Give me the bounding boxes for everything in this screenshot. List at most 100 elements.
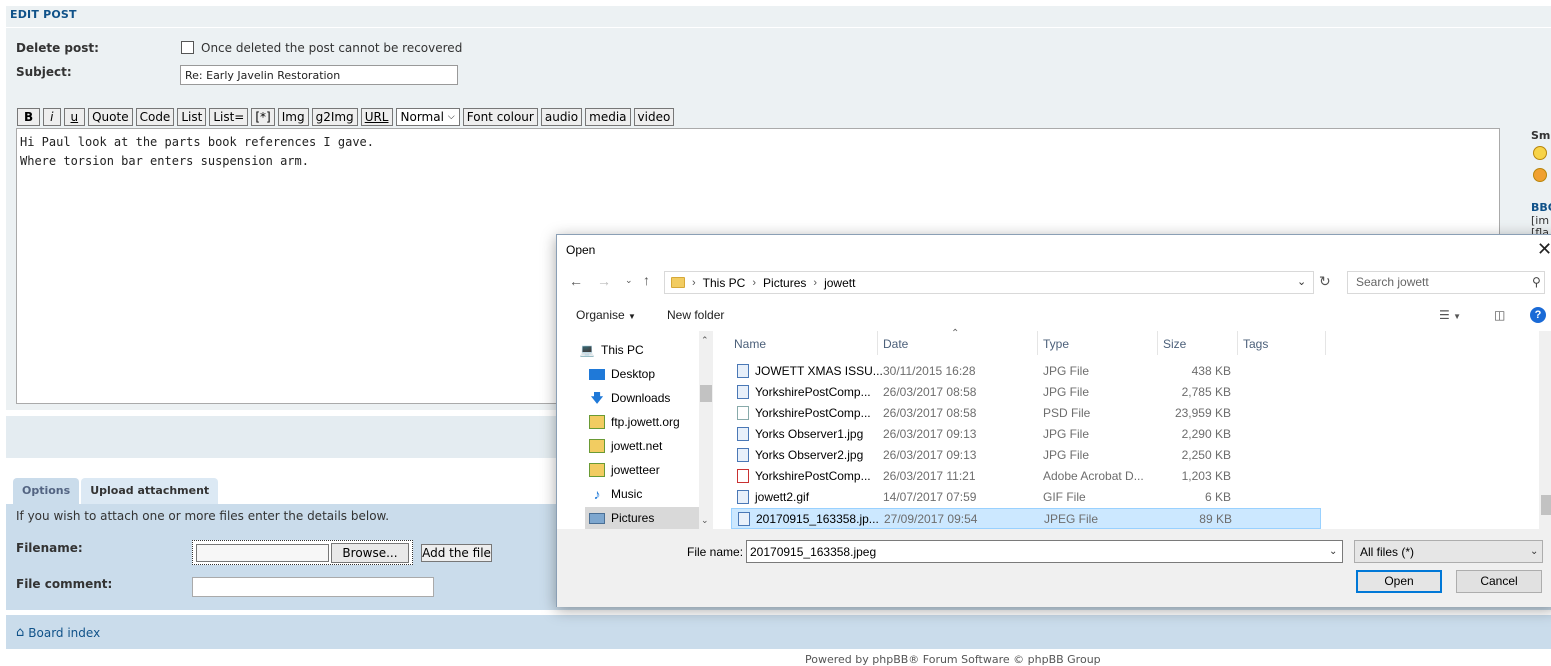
bold-button[interactable]: B: [17, 108, 41, 126]
recent-locations-icon[interactable]: ⌄: [625, 275, 633, 286]
file-name-input[interactable]: 20170915_163358.jpeg: [746, 540, 1343, 563]
desktop-icon: [589, 368, 605, 380]
close-icon[interactable]: ✕: [1537, 239, 1551, 260]
search-input[interactable]: Search jowett: [1347, 271, 1545, 294]
nav-item-jowett-net[interactable]: jowett.net: [589, 435, 703, 457]
navigation-pane: 💻 This PC Desktop 🡇 Downloads ftp.jowett…: [557, 331, 715, 529]
file-name: JOWETT XMAS ISSU...: [755, 364, 883, 378]
column-divider[interactable]: [877, 331, 878, 355]
subject-input[interactable]: Re: Early Javelin Restoration: [180, 65, 458, 85]
column-name[interactable]: Name: [734, 337, 766, 351]
url-button[interactable]: URL: [360, 108, 393, 126]
up-arrow-icon[interactable]: ↑: [643, 272, 650, 288]
tab-options[interactable]: Options: [13, 478, 80, 504]
column-divider[interactable]: [1325, 331, 1326, 355]
file-list-scrollbar-thumb[interactable]: [1541, 495, 1551, 515]
nav-item-music[interactable]: ♪ Music: [589, 483, 703, 505]
breadcrumb-pictures[interactable]: Pictures: [763, 276, 806, 290]
file-size: 2,785 KB: [1181, 385, 1231, 399]
file-row[interactable]: YorkshirePostComp... 26/03/2017 11:21 Ad…: [731, 466, 1321, 487]
column-size[interactable]: Size: [1163, 337, 1186, 351]
nav-scrollbar-thumb[interactable]: [700, 385, 712, 402]
code-button[interactable]: Code: [135, 108, 175, 126]
smiley-grin-icon[interactable]: [1533, 146, 1547, 160]
tab-upload-attachment[interactable]: Upload attachment: [81, 478, 219, 504]
file-input[interactable]: Browse...: [192, 540, 413, 565]
column-tags[interactable]: Tags: [1243, 337, 1268, 351]
column-divider[interactable]: [1037, 331, 1038, 355]
nav-item-downloads[interactable]: 🡇 Downloads: [589, 387, 703, 409]
scroll-up-icon[interactable]: ⌃: [701, 335, 709, 346]
delete-post-checkbox[interactable]: [181, 41, 194, 54]
bbcode-heading: BBC: [1531, 201, 1551, 214]
network-folder-icon: [589, 463, 605, 477]
nav-item-pictures[interactable]: Pictures: [585, 507, 703, 529]
column-type[interactable]: Type: [1043, 337, 1069, 351]
chevron-down-icon[interactable]: ⌄: [1530, 546, 1538, 557]
organise-menu[interactable]: Organise ▼: [576, 308, 636, 322]
font-size-select[interactable]: Normal ⌵: [395, 108, 460, 126]
open-button[interactable]: Open: [1356, 570, 1442, 593]
view-options-icon[interactable]: ☰ ▼: [1439, 308, 1461, 322]
file-row[interactable]: Yorks Observer1.jpg 26/03/2017 09:13 JPG…: [731, 424, 1321, 445]
browse-button[interactable]: Browse...: [331, 543, 409, 563]
image-file-icon: [737, 448, 749, 462]
font-colour-button[interactable]: Font colour: [462, 108, 538, 126]
nav-item-desktop[interactable]: Desktop: [589, 363, 703, 385]
file-row[interactable]: YorkshirePostComp... 26/03/2017 08:58 JP…: [731, 382, 1321, 403]
nav-item-ftp[interactable]: ftp.jowett.org: [589, 411, 703, 433]
file-comment-input[interactable]: [192, 577, 434, 597]
nav-item-this-pc[interactable]: 💻 This PC: [579, 339, 693, 361]
file-name: YorkshirePostComp...: [755, 406, 871, 420]
nav-item-jowetteer[interactable]: jowetteer: [589, 459, 703, 481]
file-path-field[interactable]: [196, 544, 329, 562]
video-button[interactable]: video: [633, 108, 675, 126]
chevron-right-icon: ›: [752, 276, 757, 289]
audio-button[interactable]: audio: [540, 108, 583, 126]
italic-button[interactable]: i: [43, 108, 61, 126]
file-date: 27/09/2017 09:54: [884, 512, 978, 526]
quote-button[interactable]: Quote: [88, 108, 133, 126]
board-index-link[interactable]: ⌂ Board index: [16, 625, 100, 640]
back-arrow-icon[interactable]: ←: [569, 273, 583, 289]
image-file-icon: [737, 427, 749, 441]
file-row-selected[interactable]: 20170915_163358.jp... 27/09/2017 09:54 J…: [731, 508, 1321, 529]
cancel-button[interactable]: Cancel: [1456, 570, 1542, 593]
file-row[interactable]: Yorks Observer2.jpg 26/03/2017 09:13 JPG…: [731, 445, 1321, 466]
column-divider[interactable]: [1237, 331, 1238, 355]
column-date[interactable]: Date: [883, 337, 908, 351]
help-icon[interactable]: ?: [1530, 307, 1546, 323]
breadcrumb-this-pc[interactable]: This PC: [703, 276, 746, 290]
column-divider[interactable]: [1157, 331, 1158, 355]
refresh-icon[interactable]: ↻: [1319, 273, 1331, 290]
open-file-dialog: Open ✕ ← → ⌄ ↑ › This PC › Pictures › jo…: [556, 234, 1551, 607]
media-button[interactable]: media: [585, 108, 631, 126]
smiley-evil-icon[interactable]: [1533, 168, 1547, 182]
generic-file-icon: [737, 406, 749, 420]
scroll-down-icon[interactable]: ⌄: [701, 515, 709, 526]
file-type: GIF File: [1043, 490, 1086, 504]
chevron-down-icon[interactable]: ⌄: [1297, 275, 1306, 288]
nav-scrollbar[interactable]: [699, 331, 713, 529]
chevron-down-icon[interactable]: ⌄: [1329, 546, 1337, 557]
img-button[interactable]: Img: [277, 108, 309, 126]
file-type-filter[interactable]: All files (*): [1354, 540, 1543, 563]
preview-pane-icon[interactable]: ◫: [1494, 308, 1505, 322]
ordered-list-button[interactable]: List=: [209, 108, 249, 126]
file-row[interactable]: jowett2.gif 14/07/2017 07:59 GIF File 6 …: [731, 487, 1321, 508]
file-row[interactable]: YorkshirePostComp... 26/03/2017 08:58 PS…: [731, 403, 1321, 424]
new-folder-button[interactable]: New folder: [667, 308, 724, 322]
search-icon: ⚲: [1532, 275, 1541, 289]
computer-icon: 💻: [579, 343, 595, 357]
image-file-icon: [737, 490, 749, 504]
chevron-right-icon: ›: [813, 276, 818, 289]
g2img-button[interactable]: g2Img: [311, 108, 358, 126]
list-item-button[interactable]: [*]: [251, 108, 275, 126]
file-row[interactable]: JOWETT XMAS ISSU... 30/11/2015 16:28 JPG…: [731, 361, 1321, 382]
underline-button[interactable]: u: [63, 108, 86, 126]
address-bar[interactable]: › This PC › Pictures › jowett: [664, 271, 1314, 294]
add-file-button[interactable]: Add the file: [421, 544, 492, 562]
breadcrumb-jowett[interactable]: jowett: [824, 276, 855, 290]
list-button[interactable]: List: [177, 108, 207, 126]
forward-arrow-icon[interactable]: →: [597, 273, 611, 289]
